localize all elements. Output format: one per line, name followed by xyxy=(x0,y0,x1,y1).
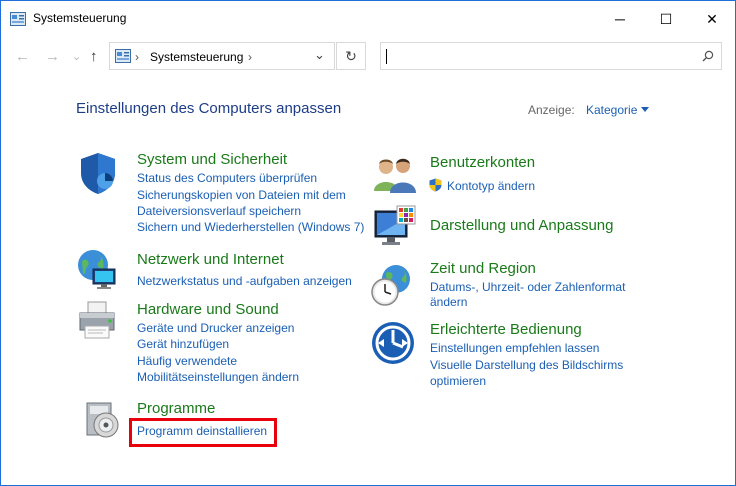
category-clock-region-title[interactable]: Zeit und Region xyxy=(430,260,536,277)
display-palette-icon[interactable] xyxy=(373,205,417,249)
link-mobility-settings[interactable]: Häufig verwendete xyxy=(137,354,237,368)
link-optimize-visual-display-cont[interactable]: optimieren xyxy=(430,374,486,388)
window-title: Systemsteuerung xyxy=(33,11,127,25)
link-change-account-type[interactable]: Kontotyp ändern xyxy=(447,179,535,193)
link-add-device[interactable]: Gerät hinzufügen xyxy=(137,337,229,351)
network-globe-icon[interactable] xyxy=(75,247,119,291)
view-by-dropdown[interactable]: Kategorie xyxy=(586,103,637,117)
navigation-bar: ← → ⌄ ↑ › Systemsteuerung › ⌄ ↻ xyxy=(1,41,735,73)
refresh-icon: ↻ xyxy=(345,47,357,64)
category-appearance-title[interactable]: Darstellung und Anpassung xyxy=(430,217,613,234)
link-optimize-visual-display[interactable]: Visuelle Darstellung des Bildschirms xyxy=(430,358,623,372)
category-network-internet-title[interactable]: Netzwerk und Internet xyxy=(137,251,284,268)
link-devices-printers[interactable]: Geräte und Drucker anzeigen xyxy=(137,321,294,335)
category-ease-of-access-title[interactable]: Erleichterte Bedienung xyxy=(430,321,582,338)
back-arrow-icon[interactable]: ← xyxy=(15,48,30,65)
shield-icon[interactable] xyxy=(77,151,121,195)
programs-disk-icon[interactable] xyxy=(79,397,123,441)
up-arrow-icon[interactable]: ↑ xyxy=(90,48,98,65)
view-by-caret-icon[interactable] xyxy=(641,107,649,112)
category-hardware-sound-title[interactable]: Hardware und Sound xyxy=(137,301,279,318)
control-panel-icon xyxy=(115,49,131,63)
category-system-security-title[interactable]: System und Sicherheit xyxy=(137,151,287,168)
page-title: Einstellungen des Computers anpassen xyxy=(76,100,342,117)
printer-icon[interactable] xyxy=(76,299,120,343)
search-icon[interactable] xyxy=(702,50,714,62)
view-by-label: Anzeige: xyxy=(528,103,575,117)
breadcrumb-systemsteuerung[interactable]: Systemsteuerung xyxy=(150,50,243,64)
control-panel-icon xyxy=(10,12,26,26)
link-network-status[interactable]: Netzwerkstatus und -aufgaben anzeigen xyxy=(137,274,352,288)
text-cursor xyxy=(386,49,387,64)
users-icon[interactable] xyxy=(372,153,416,197)
recent-locations-chevron-icon[interactable]: ⌄ xyxy=(72,50,81,63)
link-backup-file-history[interactable]: Sicherungskopien von Dateien mit dem xyxy=(137,188,346,202)
breadcrumb-separator[interactable]: › xyxy=(135,50,139,64)
minimize-button[interactable]: ─ xyxy=(597,1,643,37)
control-panel-window: Systemsteuerung ─ ☐ ✕ ← → ⌄ ↑ › Systemst… xyxy=(0,0,736,486)
title-bar[interactable]: Systemsteuerung ─ ☐ ✕ xyxy=(1,1,735,37)
category-user-accounts-title[interactable]: Benutzerkonten xyxy=(430,154,535,171)
link-date-time-number-format-cont[interactable]: ändern xyxy=(430,295,467,309)
link-recommended-settings[interactable]: Einstellungen empfehlen lassen xyxy=(430,341,599,355)
breadcrumb-separator[interactable]: › xyxy=(248,50,252,64)
link-check-computer-status[interactable]: Status des Computers überprüfen xyxy=(137,171,317,185)
category-programs-title[interactable]: Programme xyxy=(137,400,215,417)
link-date-time-number-format[interactable]: Datums-, Uhrzeit- oder Zahlenformat xyxy=(430,280,625,294)
highlight-box xyxy=(129,418,277,447)
ease-of-access-icon[interactable] xyxy=(371,321,415,365)
address-bar[interactable]: › Systemsteuerung › ⌄ xyxy=(109,42,335,70)
address-dropdown-chevron-icon[interactable]: ⌄ xyxy=(314,47,325,63)
search-box[interactable] xyxy=(380,42,722,70)
link-backup-restore-windows7[interactable]: Sichern und Wiederherstellen (Windows 7) xyxy=(137,220,364,234)
maximize-button[interactable]: ☐ xyxy=(643,1,689,37)
forward-arrow-icon[interactable]: → xyxy=(45,48,60,65)
uac-shield-icon xyxy=(429,178,442,192)
clock-globe-icon[interactable] xyxy=(370,263,414,307)
close-button[interactable]: ✕ xyxy=(689,1,735,37)
link-backup-file-history-cont[interactable]: Dateiversionsverlauf speichern xyxy=(137,204,301,218)
refresh-button[interactable]: ↻ xyxy=(336,42,366,70)
link-mobility-settings-cont[interactable]: Mobilitätseinstellungen ändern xyxy=(137,370,299,384)
